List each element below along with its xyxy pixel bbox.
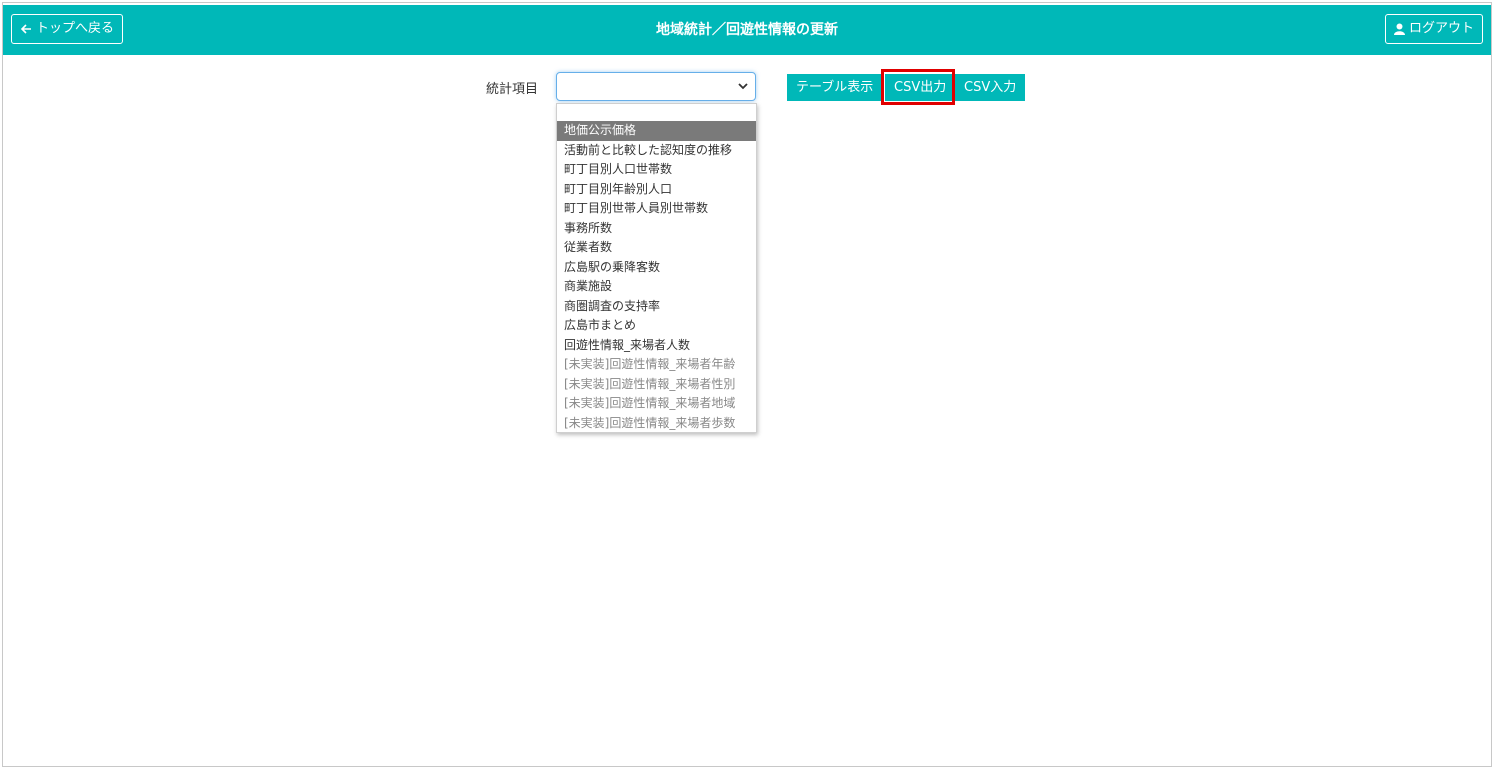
dropdown-option[interactable]: 商圏調査の支持率 — [557, 297, 756, 317]
page-title: 地域統計／回遊性情報の更新 — [656, 22, 838, 38]
logout-button-label: ログアウト — [1408, 21, 1474, 36]
chevron-down-icon — [738, 83, 748, 90]
dropdown-option[interactable]: 町丁目別人口世帯数 — [557, 160, 756, 180]
dropdown-option[interactable]: 商業施設 — [557, 277, 756, 297]
dropdown-option[interactable]: [未実装]回遊性情報_来場者歩数 — [557, 414, 756, 434]
dropdown-option[interactable]: 町丁目別年齢別人口 — [557, 180, 756, 200]
dropdown-option[interactable]: [未実装]回遊性情報_来場者地域 — [557, 394, 756, 414]
stat-item-label: 統計項目 — [486, 82, 539, 97]
dropdown-option[interactable]: 広島市まとめ — [557, 316, 756, 336]
table-view-button[interactable]: テーブル表示 — [787, 74, 883, 101]
dropdown-option[interactable]: 活動前と比較した認知度の推移 — [557, 141, 756, 161]
highlight-box — [881, 69, 955, 105]
dropdown-option[interactable]: [未実装]回遊性情報_来場者年齢 — [557, 355, 756, 375]
logout-button[interactable]: ログアウト — [1384, 14, 1483, 44]
dropdown-option[interactable]: 町丁目別世帯人員別世帯数 — [557, 199, 756, 219]
dropdown-option[interactable]: 事務所数 — [557, 219, 756, 239]
dropdown-option[interactable]: 回遊性情報_来場者人数 — [557, 336, 756, 356]
app-header: トップへ戻る 地域統計／回遊性情報の更新 ログアウト — [3, 5, 1491, 55]
dropdown-option[interactable]: 地価公示価格 — [557, 121, 756, 141]
stat-item-dropdown-list: 地価公示価格 活動前と比較した認知度の推移 町丁目別人口世帯数 町丁目別年齢別人… — [556, 103, 757, 433]
user-icon — [1393, 23, 1405, 35]
csv-import-button[interactable]: CSV入力 — [955, 74, 1026, 101]
dropdown-option[interactable]: [未実装]回遊性情報_来場者性別 — [557, 375, 756, 395]
stat-item-select[interactable] — [556, 72, 756, 101]
dropdown-option[interactable]: 従業者数 — [557, 238, 756, 258]
dropdown-option[interactable]: 広島駅の乗降客数 — [557, 258, 756, 278]
